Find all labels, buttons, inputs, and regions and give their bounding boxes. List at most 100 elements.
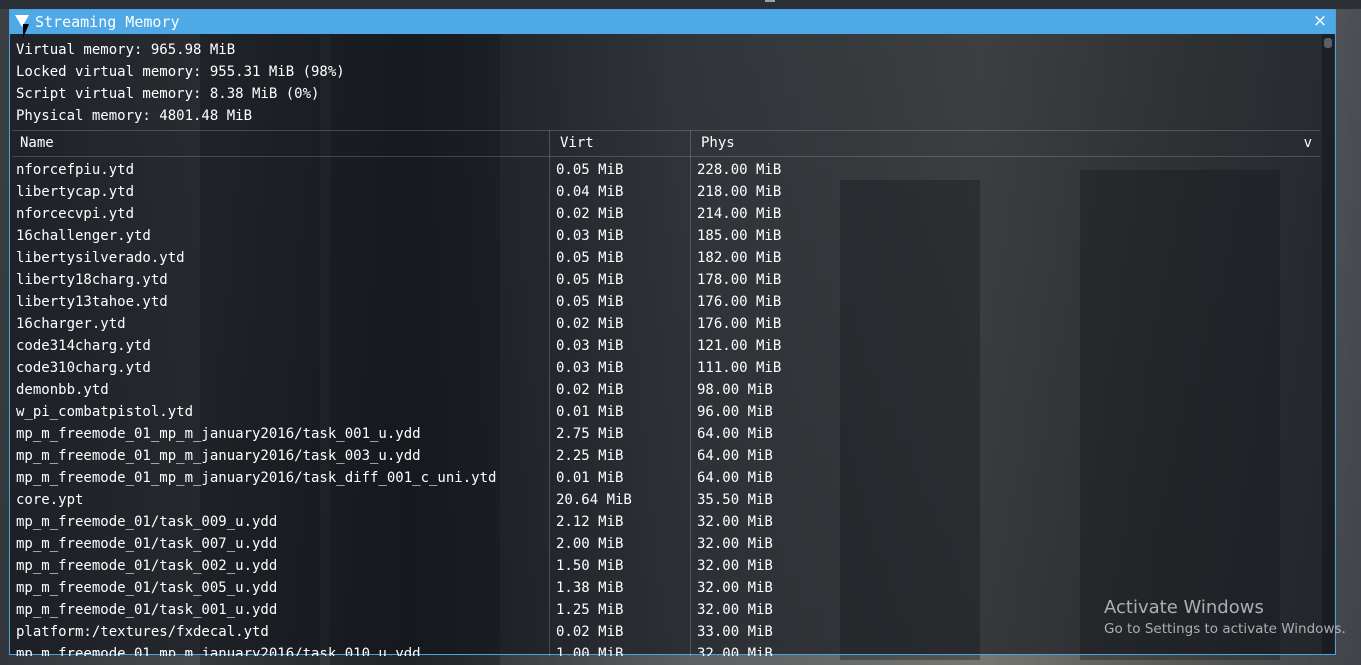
cell-name: core.ypt [16, 492, 84, 508]
cell-name: 16charger.ytd [16, 316, 126, 332]
table-row[interactable]: core.ypt 20.64 MiB 35.50 MiB [10, 489, 1322, 511]
cell-phys: 214.00 MiB [697, 206, 782, 222]
sort-indicator-icon[interactable]: v [1304, 135, 1312, 151]
cell-phys: 218.00 MiB [697, 184, 782, 200]
cell-name: mp_m_freemode_01_mp_m_january2016/task_0… [16, 646, 421, 656]
cell-phys: 178.00 MiB [697, 272, 782, 288]
cell-name: nforcefpiu.ytd [16, 162, 135, 178]
table-row[interactable]: mp_m_freemode_01_mp_m_january2016/task_d… [10, 467, 1322, 489]
streaming-memory-window: Streaming Memory × Virtual memory: 965.9… [9, 9, 1336, 656]
cell-name: code310charg.ytd [16, 360, 151, 376]
cell-phys: 64.00 MiB [697, 426, 773, 442]
cell-name: code314charg.ytd [16, 338, 151, 354]
window-title: Streaming Memory [35, 13, 180, 31]
top-strip-mark [765, 0, 775, 2]
table-row[interactable]: mp_m_freemode_01/task_007_u.ydd 2.00 MiB 3… [10, 533, 1322, 555]
watermark-subtitle: Go to Settings to activate Windows. [1104, 621, 1346, 637]
cell-virt: 2.25 MiB [556, 448, 624, 464]
memory-table: Name Virt Phys v nforcefpiu.ytd 0.05 MiB 2… [10, 130, 1322, 656]
table-row[interactable]: nforcefpiu.ytd 0.05 MiB 228.00 MiB [10, 159, 1322, 181]
table-row[interactable]: libertysilverado.ytd 0.05 MiB 182.00 MiB [10, 247, 1322, 269]
table-row[interactable]: libertycap.ytd 0.04 MiB 218.00 MiB [10, 181, 1322, 203]
cell-phys: 111.00 MiB [697, 360, 782, 376]
cell-name: liberty18charg.ytd [16, 272, 168, 288]
cell-virt: 0.01 MiB [556, 470, 624, 486]
table-row[interactable]: mp_m_freemode_01_mp_m_january2016/task_0… [10, 445, 1322, 467]
cell-name: mp_m_freemode_01_mp_m_january2016/task_0… [16, 426, 421, 442]
cell-virt: 0.05 MiB [556, 272, 624, 288]
cell-virt: 0.03 MiB [556, 338, 624, 354]
cell-virt: 0.01 MiB [556, 404, 624, 420]
scrollbar-thumb[interactable] [1324, 38, 1332, 48]
cell-phys: 32.00 MiB [697, 646, 773, 656]
cell-phys: 64.00 MiB [697, 448, 773, 464]
cell-phys: 32.00 MiB [697, 536, 773, 552]
cell-name: liberty13tahoe.ytd [16, 294, 168, 310]
stat-virtual-memory: Virtual memory: 965.98 MiB [16, 42, 236, 58]
top-strip [0, 0, 1361, 9]
table-row[interactable]: mp_m_freemode_01/task_005_u.ydd 1.38 MiB 3… [10, 577, 1322, 599]
cell-virt: 20.64 MiB [556, 492, 632, 508]
table-row[interactable]: liberty13tahoe.ytd 0.05 MiB 176.00 MiB [10, 291, 1322, 313]
cell-name: mp_m_freemode_01_mp_m_january2016/task_0… [16, 448, 421, 464]
cell-name: w_pi_combatpistol.ytd [16, 404, 194, 420]
table-row[interactable]: w_pi_combatpistol.ytd 0.01 MiB 96.00 MiB [10, 401, 1322, 423]
table-row[interactable]: 16challenger.ytd 0.03 MiB 185.00 MiB [10, 225, 1322, 247]
cell-name: mp_m_freemode_01/task_002_u.ydd [16, 558, 278, 574]
table-row[interactable]: mp_m_freemode_01_mp_m_january2016/task_0… [10, 423, 1322, 445]
cell-virt: 2.00 MiB [556, 536, 624, 552]
cell-phys: 176.00 MiB [697, 316, 782, 332]
cell-virt: 0.04 MiB [556, 184, 624, 200]
table-row[interactable]: code310charg.ytd 0.03 MiB 111.00 MiB [10, 357, 1322, 379]
cell-name: nforcecvpi.ytd [16, 206, 135, 222]
table-row[interactable]: mp_m_freemode_01/task_009_u.ydd 2.12 MiB 3… [10, 511, 1322, 533]
cell-virt: 2.12 MiB [556, 514, 624, 530]
cell-virt: 0.05 MiB [556, 162, 624, 178]
stat-script-virtual-memory: Script virtual memory: 8.38 MiB (0%) [16, 86, 320, 102]
mouse-cursor-icon [23, 24, 35, 38]
vertical-scrollbar[interactable] [1322, 34, 1334, 654]
cell-name: platform:/textures/fxdecal.ytd [16, 624, 269, 640]
cell-phys: 185.00 MiB [697, 228, 782, 244]
cell-phys: 228.00 MiB [697, 162, 782, 178]
memory-stats: Virtual memory: 965.98 MiB Locked virtua… [16, 39, 345, 127]
table-row[interactable]: 16charger.ytd 0.02 MiB 176.00 MiB [10, 313, 1322, 335]
cell-name: mp_m_freemode_01_mp_m_january2016/task_d… [16, 470, 497, 486]
cell-phys: 182.00 MiB [697, 250, 782, 266]
cell-name: 16challenger.ytd [16, 228, 151, 244]
cell-phys: 35.50 MiB [697, 492, 773, 508]
table-row[interactable]: nforcecvpi.ytd 0.02 MiB 214.00 MiB [10, 203, 1322, 225]
cell-name: demonbb.ytd [16, 382, 109, 398]
cell-name: mp_m_freemode_01/task_007_u.ydd [16, 536, 278, 552]
cell-virt: 0.02 MiB [556, 206, 624, 222]
cell-name: mp_m_freemode_01/task_001_u.ydd [16, 602, 278, 618]
table-row[interactable]: liberty18charg.ytd 0.05 MiB 178.00 MiB [10, 269, 1322, 291]
column-header-phys[interactable]: Phys [701, 135, 735, 151]
column-header-virt[interactable]: Virt [560, 135, 594, 151]
cell-virt: 0.05 MiB [556, 250, 624, 266]
cell-virt: 0.02 MiB [556, 382, 624, 398]
table-row[interactable]: demonbb.ytd 0.02 MiB 98.00 MiB [10, 379, 1322, 401]
cell-phys: 32.00 MiB [697, 602, 773, 618]
cell-name: libertysilverado.ytd [16, 250, 185, 266]
cell-virt: 1.50 MiB [556, 558, 624, 574]
activate-windows-watermark: Activate Windows Go to Settings to activ… [1104, 597, 1346, 637]
title-bar[interactable]: Streaming Memory × [10, 10, 1335, 34]
cell-phys: 121.00 MiB [697, 338, 782, 354]
column-header-name[interactable]: Name [20, 135, 54, 151]
cell-virt: 2.75 MiB [556, 426, 624, 442]
cell-phys: 98.00 MiB [697, 382, 773, 398]
cell-phys: 176.00 MiB [697, 294, 782, 310]
table-row[interactable]: mp_m_freemode_01/task_002_u.ydd 1.50 MiB 3… [10, 555, 1322, 577]
watermark-title: Activate Windows [1104, 597, 1264, 618]
cell-name: libertycap.ytd [16, 184, 135, 200]
cell-name: mp_m_freemode_01/task_005_u.ydd [16, 580, 278, 596]
table-row[interactable]: code314charg.ytd 0.03 MiB 121.00 MiB [10, 335, 1322, 357]
close-button[interactable]: × [1311, 12, 1329, 30]
table-row[interactable]: mp_m_freemode_01_mp_m_january2016/task_0… [10, 643, 1322, 656]
cell-virt: 0.05 MiB [556, 294, 624, 310]
stat-locked-virtual-memory: Locked virtual memory: 955.31 MiB (98%) [16, 64, 345, 80]
cell-virt: 0.02 MiB [556, 316, 624, 332]
cell-name: mp_m_freemode_01/task_009_u.ydd [16, 514, 278, 530]
cell-phys: 64.00 MiB [697, 470, 773, 486]
